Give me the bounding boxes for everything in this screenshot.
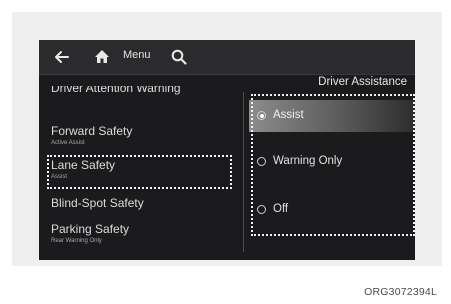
menu-item-blind-spot-safety[interactable]: Blind-Spot Safety xyxy=(51,196,221,210)
infotainment-screen: Menu Driver Assistance Driver Attention … xyxy=(39,40,415,260)
menu-item-forward-safety[interactable]: Forward Safety Active Assist xyxy=(51,124,221,147)
menu-button[interactable]: Menu xyxy=(123,49,151,61)
figure-panel: Menu Driver Assistance Driver Attention … xyxy=(12,12,442,266)
menu-item-label: Blind-Spot Safety xyxy=(51,196,144,210)
options-highlight-box xyxy=(251,94,415,236)
menu-item-sublabel: Rear Warning Only xyxy=(51,238,102,244)
lane-safety-highlight-box xyxy=(47,155,232,189)
menu-item-label: Parking Safety xyxy=(51,222,130,236)
section-title: Driver Assistance xyxy=(318,76,407,88)
top-bar: Menu xyxy=(39,40,415,75)
menu-item-parking-safety[interactable]: Parking Safety Rear Warning Only xyxy=(51,222,221,245)
menu-item-sublabel: Active Assist xyxy=(51,140,85,146)
menu-item-driver-attention-warning[interactable]: Driver Attention Warning xyxy=(51,86,221,114)
menu-item-label: Driver Attention Warning xyxy=(51,86,181,95)
search-icon[interactable] xyxy=(170,48,188,66)
figure-code: ORG3072394L xyxy=(364,286,437,298)
home-icon[interactable] xyxy=(93,48,111,66)
back-arrow-icon[interactable] xyxy=(53,48,71,66)
menu-item-label: Forward Safety xyxy=(51,124,133,138)
column-divider xyxy=(243,92,244,252)
